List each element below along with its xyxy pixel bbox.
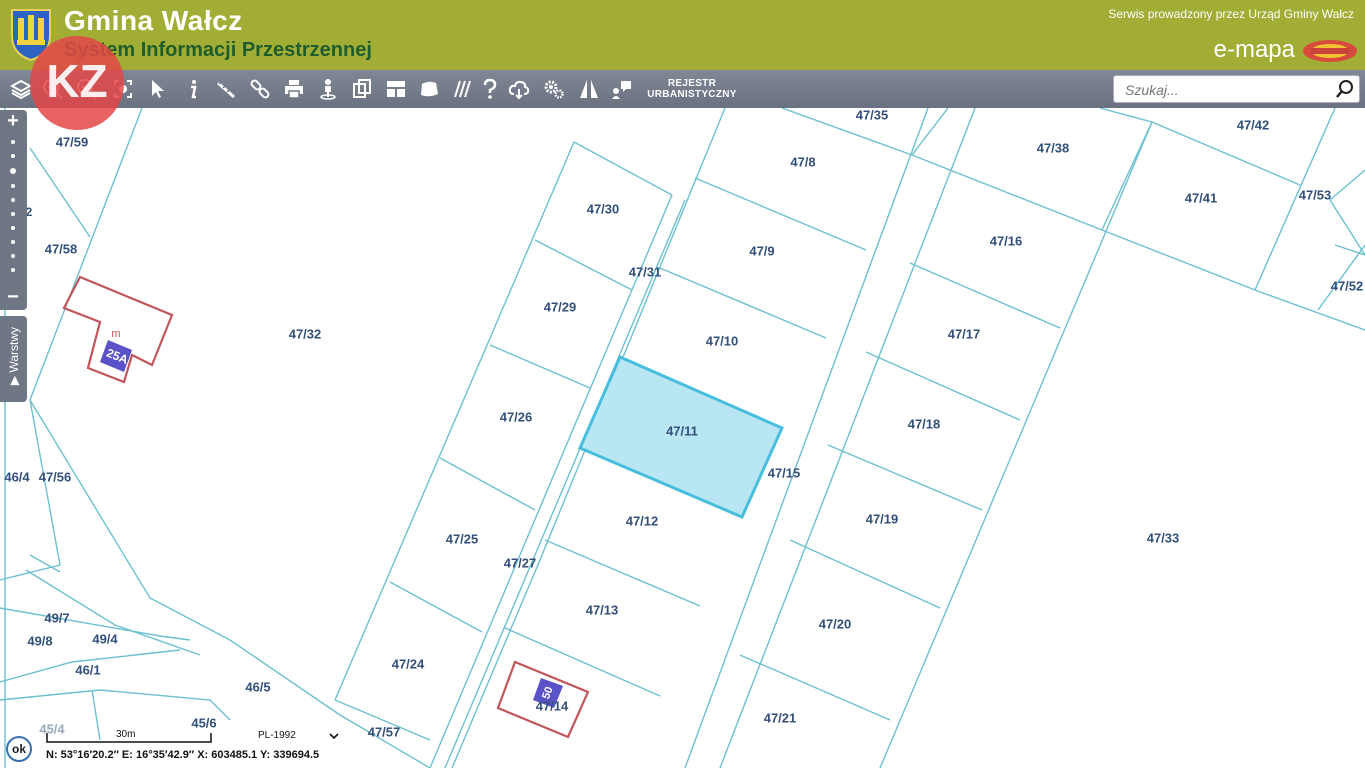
zoom-level-dot[interactable] [11, 226, 15, 230]
parcel-label: 47/42 [1237, 117, 1270, 132]
zoom-level-handle[interactable] [10, 168, 16, 174]
layers-tab-label: ▶ Warstwy [7, 326, 21, 386]
parcel-map[interactable]: 47/35 47/42 47/59 47/8 47/38 47/41 47/53… [0, 108, 1365, 768]
parcel-label: 47/10 [706, 333, 739, 348]
chevron-down-icon[interactable] [328, 730, 340, 742]
parcel-label: 47/32 [289, 326, 322, 341]
hatch-icon[interactable] [448, 76, 474, 102]
zoom-level-dot[interactable] [11, 198, 15, 202]
brand-name: e-mapa [1213, 36, 1295, 63]
municipality-title: Gmina Wałcz [64, 5, 243, 36]
parcel-label: 47/17 [948, 326, 981, 341]
parcel-label: 47/8 [790, 154, 815, 169]
app-header: Gmina Wałcz System Informacji Przestrzen… [0, 0, 1365, 70]
shape-icon[interactable] [416, 76, 442, 102]
zoom-level-dot[interactable] [11, 154, 15, 158]
ok-button[interactable]: ok [6, 736, 32, 762]
parcel-label: 47/14 [536, 698, 569, 713]
parcel-label: 47/35 [856, 108, 889, 122]
search-input[interactable] [1123, 79, 1327, 101]
parcel-label: 47/12 [626, 513, 659, 528]
parcel-label: 47/58 [45, 241, 78, 256]
link-icon[interactable] [247, 76, 273, 102]
parcel-label: 47/57 [368, 724, 401, 739]
parcel-label: 47/59 [56, 134, 89, 149]
parcel-label: 47/53 [1299, 187, 1332, 202]
building-label: m [111, 328, 120, 340]
parcel-label: 47/20 [819, 616, 852, 631]
parcel-label: 47/18 [908, 416, 941, 431]
scale-label: 30m [116, 729, 136, 740]
zoom-minus-button[interactable]: − [4, 287, 22, 307]
zoom-level-dot[interactable] [11, 140, 15, 144]
parcel-label: 47/13 [586, 602, 619, 617]
geo-system-logo [1303, 40, 1357, 62]
parcel-label: 47/11 [666, 423, 698, 438]
pointer-icon[interactable] [145, 76, 171, 102]
search-icon[interactable] [1335, 79, 1355, 99]
urban-register-line1: REJESTR [667, 78, 717, 89]
copy-icon[interactable] [349, 76, 375, 102]
urban-register-button[interactable]: REJESTR URBANISTYCZNY [646, 78, 738, 100]
layers-tab-text: Warstwy [7, 326, 21, 373]
zoom-level-dot[interactable] [11, 254, 15, 258]
parcel-label: 47/21 [764, 710, 797, 725]
parcel-label: 47/56 [39, 469, 72, 484]
parcel-label: 47/9 [749, 243, 774, 258]
parcel-label: 47/15 [768, 465, 801, 480]
parcel-label: 47/52 [1331, 278, 1364, 293]
zoom-level-dot[interactable] [11, 212, 15, 216]
zoom-level-dot[interactable] [11, 268, 15, 272]
print-icon[interactable] [281, 76, 307, 102]
parcel-label: 47/41 [1185, 190, 1218, 205]
parcel-label: 46/4 [4, 469, 30, 484]
zoom-plus-button[interactable]: + [4, 111, 22, 131]
parcel-label: 46/5 [245, 679, 270, 694]
settings-icon[interactable] [541, 76, 567, 102]
cloud-icon[interactable] [506, 76, 532, 102]
parcel-label: 47/38 [1037, 140, 1070, 155]
comment-icon[interactable] [609, 76, 635, 102]
parcel-label: 49/4 [92, 631, 118, 646]
parcel-label: 47/26 [500, 409, 533, 424]
parcel-label: 47/27 [504, 555, 537, 570]
parcel-label: 47/16 [990, 233, 1023, 248]
parcel-label: 47/19 [866, 511, 899, 526]
parcel-label: 47/33 [1147, 530, 1180, 545]
info-icon[interactable] [180, 76, 206, 102]
parcel-label: 47/25 [446, 531, 479, 546]
zoom-level-dot[interactable] [11, 240, 15, 244]
parcel-label: 45/6 [191, 715, 216, 730]
watermark-text: KZ [46, 55, 108, 107]
parcel-label: 47/30 [587, 201, 620, 216]
search-box [1113, 75, 1360, 103]
parcel-label: 47/24 [392, 656, 425, 671]
parcel-label: 46/1 [75, 662, 100, 677]
parcel-label: 47/29 [544, 299, 577, 314]
parcel-label: 49/7 [44, 610, 69, 625]
parcel-label: 49/8 [27, 633, 52, 648]
street-view-icon[interactable] [315, 76, 341, 102]
kz-watermark-logo: KZ [30, 36, 124, 130]
zoom-level-dot[interactable] [11, 184, 15, 188]
service-provider-text: Serwis prowadzony przez Urząd Gminy Wałc… [1108, 7, 1354, 21]
measure-icon[interactable] [213, 76, 239, 102]
help-icon[interactable] [477, 76, 503, 102]
road-icon[interactable] [576, 76, 602, 102]
coordinates-readout: N: 53°16′20.2″ E: 16°35′42.9″ X: 603485.… [46, 749, 320, 761]
zoom-slider[interactable]: + − [0, 110, 27, 310]
layout-icon[interactable] [383, 76, 409, 102]
layers-panel-tab[interactable]: ▶ Warstwy [0, 316, 27, 402]
urban-register-line2: URBANISTYCZNY [647, 89, 737, 100]
parcel-label: 47/31 [629, 264, 662, 279]
